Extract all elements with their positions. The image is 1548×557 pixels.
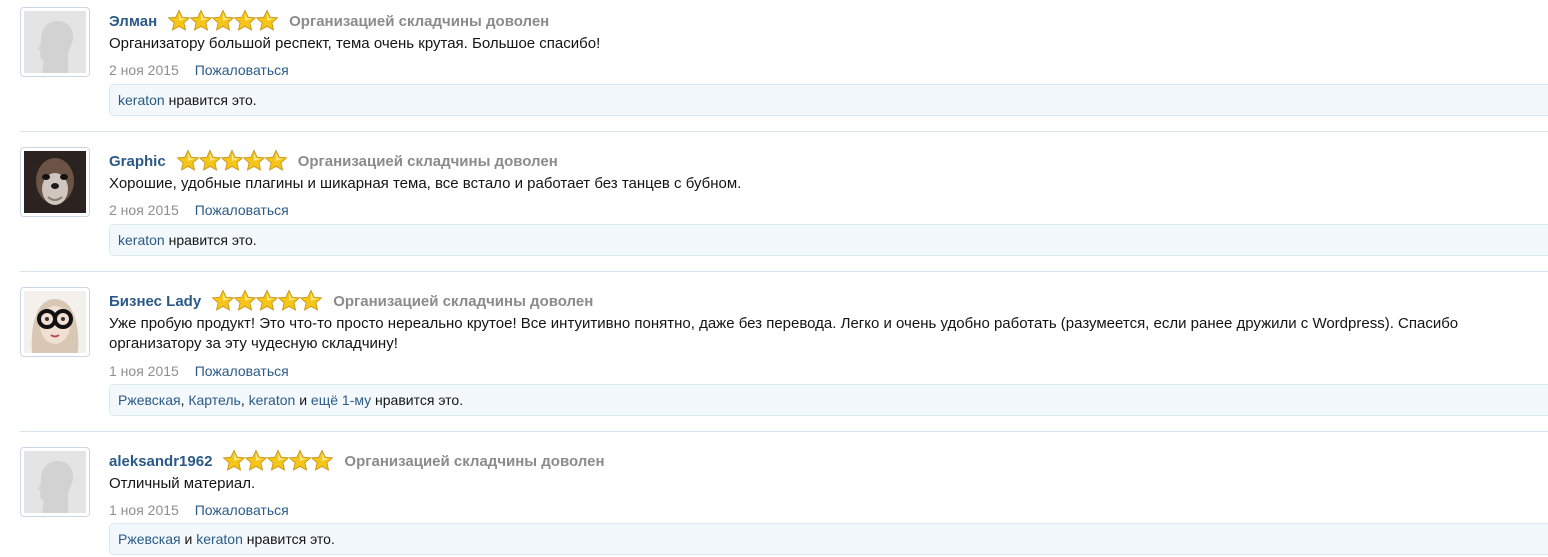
likes-bar: keraton нравится это. bbox=[109, 224, 1548, 256]
dog-photo-icon bbox=[24, 151, 86, 213]
report-link[interactable]: Пожаловаться bbox=[195, 502, 289, 518]
review-header: Элман Организацией складчины доволен bbox=[109, 9, 550, 33]
star-icon bbox=[198, 149, 222, 171]
report-link[interactable]: Пожаловаться bbox=[195, 202, 289, 218]
like-user-link[interactable]: keraton bbox=[118, 232, 165, 248]
like-user-link[interactable]: keraton bbox=[196, 531, 243, 547]
status-text: Организацией складчины доволен bbox=[297, 152, 558, 170]
woman-glasses-icon bbox=[24, 291, 86, 353]
rating-stars bbox=[167, 9, 279, 33]
review-text: Организатору большой респект, тема очень… bbox=[109, 35, 601, 52]
star-icon bbox=[244, 449, 268, 471]
review-header: aleksandr1962 Организацией складчины дов… bbox=[109, 449, 605, 473]
likes-text: и bbox=[295, 392, 311, 408]
star-icon bbox=[277, 289, 301, 311]
like-user-link[interactable]: Ржевская bbox=[118, 531, 181, 547]
rating-stars bbox=[222, 449, 334, 473]
like-user-link[interactable]: Картель bbox=[188, 392, 240, 408]
review-date: 2 ноя 2015 bbox=[109, 202, 179, 218]
review-list: Элман Организацией складчины доволен Орг… bbox=[0, 0, 1548, 557]
avatar[interactable] bbox=[20, 287, 90, 357]
likes-text: нравится это. bbox=[371, 392, 464, 408]
status-text: Организацией складчины доволен bbox=[333, 292, 594, 310]
likes-text: нравится это. bbox=[242, 531, 335, 547]
likes-bar: Ржевская и keraton нравится это. bbox=[109, 523, 1548, 555]
default-avatar-icon bbox=[24, 11, 86, 73]
review-meta: 1 ноя 2015 Пожаловаться bbox=[109, 502, 289, 518]
report-link[interactable]: Пожаловаться bbox=[195, 62, 289, 78]
review-date: 2 ноя 2015 bbox=[109, 62, 179, 78]
status-text: Организацией складчины доволен bbox=[344, 452, 605, 470]
star-icon bbox=[189, 9, 213, 31]
star-icon bbox=[310, 449, 334, 471]
like-user-link[interactable]: Ржевская bbox=[118, 392, 181, 408]
likes-text: нравится это. bbox=[164, 92, 257, 108]
star-icon bbox=[233, 289, 257, 311]
username-link[interactable]: Бизнес Lady bbox=[109, 293, 201, 310]
username-link[interactable]: aleksandr1962 bbox=[109, 453, 212, 470]
star-icon bbox=[233, 9, 257, 31]
like-user-link[interactable]: keraton bbox=[249, 392, 296, 408]
review-header: Бизнес Lady Организацией складчины довол… bbox=[109, 289, 594, 313]
review-text: Отличный материал. bbox=[109, 475, 256, 492]
review-date: 1 ноя 2015 bbox=[109, 363, 179, 379]
status-text: Организацией складчины доволен bbox=[289, 12, 550, 30]
star-icon bbox=[255, 289, 279, 311]
likes-text: , bbox=[240, 392, 249, 408]
separator bbox=[20, 431, 1548, 432]
review-date: 1 ноя 2015 bbox=[109, 502, 179, 518]
rating-stars bbox=[211, 289, 323, 313]
star-icon bbox=[176, 149, 200, 171]
review-meta: 2 ноя 2015 Пожаловаться bbox=[109, 202, 289, 218]
separator bbox=[20, 131, 1548, 132]
review-text: Хорошие, удобные плагины и шикарная тема… bbox=[109, 175, 742, 192]
likes-more-link[interactable]: ещё 1-му bbox=[311, 392, 371, 408]
review-meta: 1 ноя 2015 Пожаловаться bbox=[109, 363, 289, 379]
review-text: Уже пробую продукт! Это что-то просто не… bbox=[109, 315, 1459, 352]
star-icon bbox=[266, 449, 290, 471]
likes-bar: Ржевская, Картель, keraton и ещё 1-му нр… bbox=[109, 384, 1548, 416]
star-icon bbox=[211, 289, 235, 311]
star-icon bbox=[288, 449, 312, 471]
star-icon bbox=[222, 449, 246, 471]
report-link[interactable]: Пожаловаться bbox=[195, 363, 289, 379]
avatar[interactable] bbox=[20, 7, 90, 77]
star-icon bbox=[211, 9, 235, 31]
star-icon bbox=[242, 149, 266, 171]
avatar[interactable] bbox=[20, 447, 90, 517]
star-icon bbox=[255, 9, 279, 31]
username-link[interactable]: Элман bbox=[109, 13, 157, 30]
star-icon bbox=[167, 9, 191, 31]
rating-stars bbox=[176, 149, 288, 173]
separator bbox=[20, 271, 1548, 272]
default-avatar-icon bbox=[24, 451, 86, 513]
likes-text: и bbox=[180, 531, 197, 547]
likes-text: нравится это. bbox=[164, 232, 257, 248]
review-header: Graphic Организацией складчины доволен bbox=[109, 149, 558, 173]
review-meta: 2 ноя 2015 Пожаловаться bbox=[109, 62, 289, 78]
star-icon bbox=[264, 149, 288, 171]
star-icon bbox=[220, 149, 244, 171]
likes-bar: keraton нравится это. bbox=[109, 84, 1548, 116]
username-link[interactable]: Graphic bbox=[109, 153, 166, 170]
star-icon bbox=[299, 289, 323, 311]
avatar[interactable] bbox=[20, 147, 90, 217]
like-user-link[interactable]: keraton bbox=[118, 92, 165, 108]
